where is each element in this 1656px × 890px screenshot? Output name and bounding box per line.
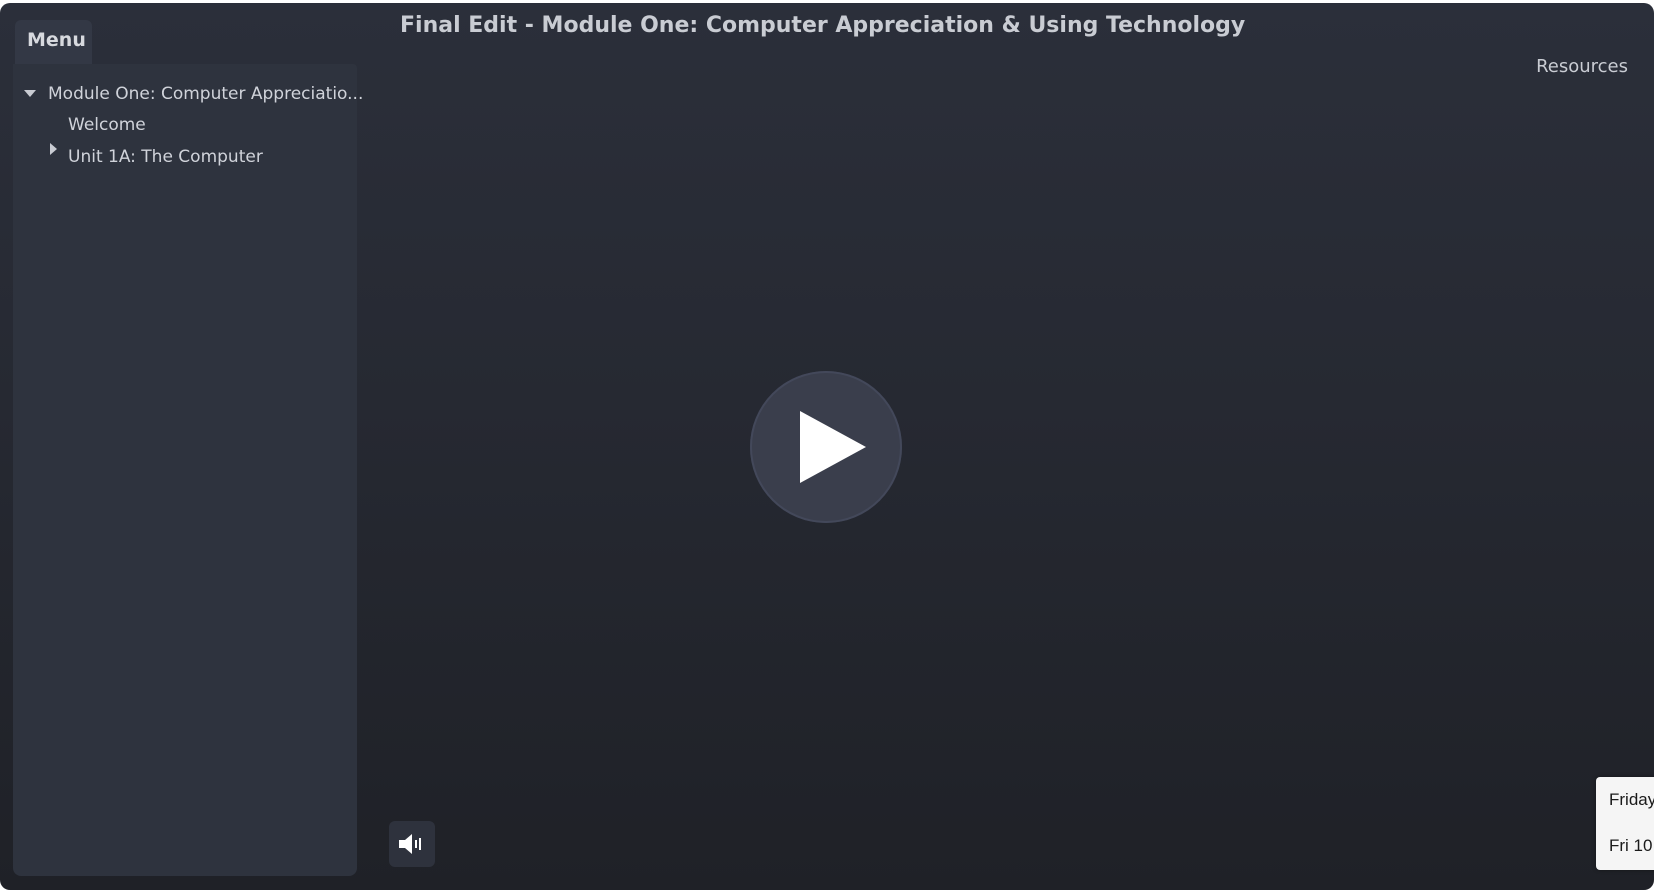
menu-item-module-one[interactable]: Module One: Computer Appreciatio... — [48, 84, 363, 104]
caret-right-icon[interactable] — [50, 143, 57, 155]
date-line-day: Friday — [1609, 790, 1656, 809]
date-line-time: Fri 10: — [1609, 836, 1656, 855]
volume-icon — [399, 834, 421, 854]
menu-panel: Module One: Computer Appreciatio... Welc… — [13, 64, 363, 876]
course-player-window: Menu Module One: Computer Appreciatio...… — [0, 3, 1654, 890]
menu-tab[interactable]: Menu — [15, 20, 92, 64]
volume-button[interactable] — [389, 821, 435, 867]
play-icon — [800, 411, 866, 483]
play-button[interactable] — [750, 371, 902, 523]
menu-item-welcome[interactable]: Welcome — [68, 115, 146, 135]
menu-item-unit-1a[interactable]: Unit 1A: The Computer — [68, 147, 263, 167]
caret-down-icon[interactable] — [24, 90, 36, 97]
resources-link[interactable]: Resources — [1536, 56, 1628, 77]
page-title: Final Edit - Module One: Computer Apprec… — [400, 13, 1246, 38]
sidebar: Menu Module One: Computer Appreciatio...… — [13, 18, 363, 876]
date-tooltip: Friday Fri 10: — [1596, 777, 1656, 870]
